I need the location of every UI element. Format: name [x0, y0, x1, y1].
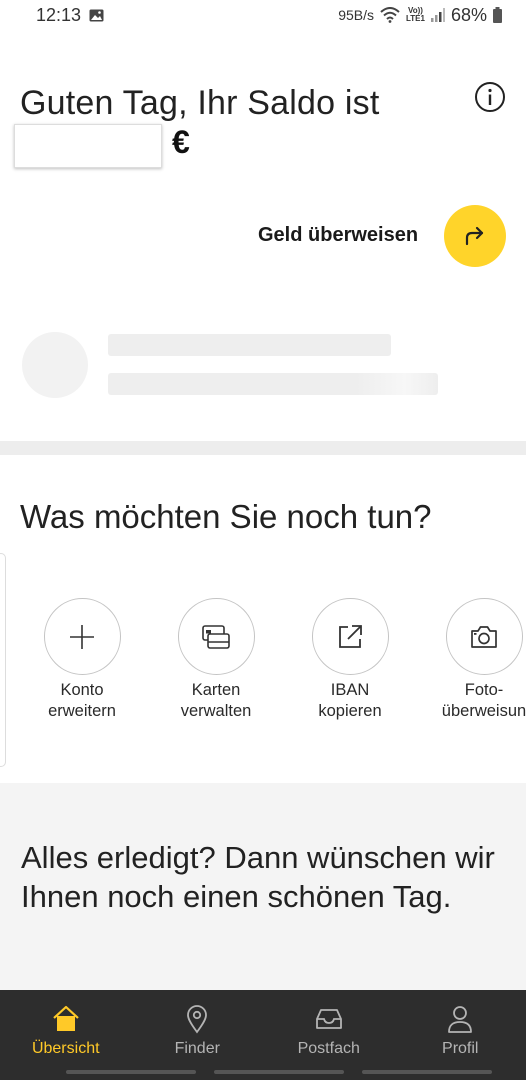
cards-icon	[201, 623, 231, 651]
gesture-bar	[66, 1070, 196, 1074]
action-label-line1: Foto-	[464, 681, 504, 699]
action-karten-verwalten[interactable]: Karten verwalten	[151, 598, 281, 722]
person-icon	[445, 1004, 475, 1034]
action-circle[interactable]	[311, 598, 389, 675]
inbox-icon	[314, 1004, 344, 1034]
plus-icon	[67, 622, 97, 652]
arrow-forward-icon	[462, 223, 488, 249]
action-label-line2: kopieren	[318, 702, 382, 720]
status-time: 12:13	[36, 4, 82, 25]
external-link-icon	[336, 623, 364, 651]
nav-profil[interactable]: Profil	[395, 990, 526, 1080]
action-label-line1: Karten	[191, 681, 241, 699]
battery-level: 68%	[450, 4, 487, 25]
network-speed: 95B/s	[338, 7, 374, 23]
nav-label: Postfach	[297, 1040, 360, 1057]
gesture-bar	[214, 1070, 344, 1074]
home-icon	[51, 1004, 81, 1034]
balance-greeting: Guten Tag, Ihr Saldo ist	[20, 84, 380, 122]
actions-title: Was möchten Sie noch tun?	[20, 498, 432, 535]
transfer-label[interactable]: Geld überweisen	[258, 224, 418, 247]
farewell-message: Alles erledigt? Dann wünschen wir Ihnen …	[21, 840, 495, 914]
status-bar: 12:13 95B/s Vo)) LTE1 68%	[0, 0, 526, 30]
nav-postfach[interactable]: Postfach	[263, 990, 395, 1080]
gallery-icon	[89, 9, 104, 22]
action-circle[interactable]	[445, 598, 523, 675]
skeleton-line	[108, 334, 391, 356]
lte-label-bottom: LTE1	[406, 14, 425, 23]
info-icon[interactable]	[474, 81, 506, 113]
nav-label: Übersicht	[31, 1040, 100, 1057]
map-pin-icon	[182, 1004, 212, 1034]
action-circle[interactable]	[177, 598, 255, 675]
action-label-line2: verwalten	[180, 702, 252, 720]
action-iban-kopieren[interactable]: IBAN kopieren	[285, 598, 415, 722]
action-konto-erweitern[interactable]: Konto erweitern	[17, 598, 147, 722]
nav-label: Finder	[174, 1040, 220, 1057]
gesture-bar	[362, 1070, 492, 1074]
action-foto-ueberweisung[interactable]: Foto- überweisun	[419, 598, 526, 722]
action-label-line1: IBAN	[330, 681, 370, 699]
action-circle[interactable]	[43, 598, 121, 675]
nav-finder[interactable]: Finder	[132, 990, 264, 1080]
skeleton-avatar	[22, 332, 88, 398]
edge-panel-handle[interactable]	[0, 553, 6, 767]
signal-icon	[430, 8, 445, 22]
wifi-icon	[380, 7, 400, 23]
battery-icon	[493, 7, 502, 23]
transfer-button[interactable]	[444, 205, 506, 267]
currency-symbol: €	[172, 124, 190, 160]
action-label-line2: erweitern	[48, 702, 116, 720]
bottom-navigation: Übersicht Finder Postfach Profil	[0, 990, 526, 1080]
action-label-line1: Konto	[60, 681, 104, 699]
section-divider	[0, 441, 526, 455]
balance-amount-field[interactable]	[14, 124, 162, 168]
nav-label: Profil	[442, 1040, 479, 1057]
lte-indicator: Vo)) LTE1	[406, 7, 425, 23]
action-label-line2: überweisun	[441, 702, 526, 720]
skeleton-line	[108, 373, 438, 395]
nav-uebersicht[interactable]: Übersicht	[0, 990, 132, 1080]
camera-icon	[469, 624, 499, 650]
